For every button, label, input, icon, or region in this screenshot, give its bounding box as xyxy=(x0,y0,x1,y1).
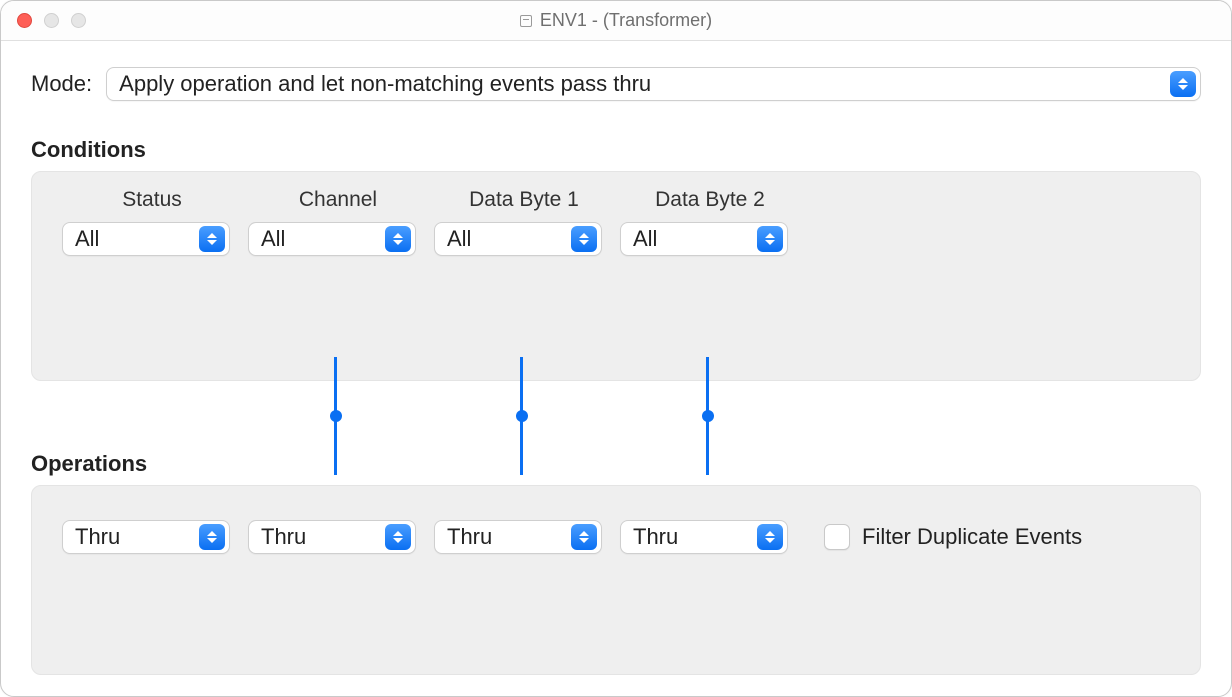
conditions-title: Conditions xyxy=(31,137,1201,163)
transformer-window: ENV1 - (Transformer) Mode: Apply operati… xyxy=(0,0,1232,697)
dropdown-stepper-icon xyxy=(571,524,597,550)
cond-header-channel: Channel xyxy=(248,188,428,212)
window-title: ENV1 - (Transformer) xyxy=(540,10,712,31)
pipeline-connectors xyxy=(31,357,1201,475)
cond-status-value: All xyxy=(75,226,99,252)
mode-row: Mode: Apply operation and let non-matchi… xyxy=(31,67,1201,101)
content-area: Mode: Apply operation and let non-matchi… xyxy=(1,41,1231,697)
op-databyte2-select[interactable]: Thru xyxy=(620,520,788,554)
dropdown-stepper-icon xyxy=(1170,71,1196,97)
pipe-databyte1-icon xyxy=(520,357,523,475)
op-databyte1-select[interactable]: Thru xyxy=(434,520,602,554)
mode-select-value: Apply operation and let non-matching eve… xyxy=(119,71,651,97)
operations-panel: Thru Thru Thru xyxy=(31,485,1201,675)
pipe-channel-icon xyxy=(334,357,337,475)
document-icon xyxy=(520,15,532,27)
zoom-window-button[interactable] xyxy=(71,13,86,28)
window-controls xyxy=(17,13,86,28)
dropdown-stepper-icon xyxy=(571,226,597,252)
operations-section: Operations Thru Thru xyxy=(31,451,1201,675)
filter-duplicate-checkbox[interactable] xyxy=(824,524,850,550)
minimize-window-button[interactable] xyxy=(44,13,59,28)
cond-header-databyte2: Data Byte 2 xyxy=(620,188,800,212)
mode-label: Mode: xyxy=(31,71,92,97)
mode-select[interactable]: Apply operation and let non-matching eve… xyxy=(106,67,1201,101)
window-title-wrap: ENV1 - (Transformer) xyxy=(1,10,1231,31)
op-databyte2-value: Thru xyxy=(633,524,678,550)
dropdown-stepper-icon xyxy=(757,524,783,550)
dropdown-stepper-icon xyxy=(199,226,225,252)
close-window-button[interactable] xyxy=(17,13,32,28)
cond-databyte2-select[interactable]: All xyxy=(620,222,788,256)
op-databyte1-value: Thru xyxy=(447,524,492,550)
operations-selects: Thru Thru Thru xyxy=(62,520,1170,554)
cond-databyte2-value: All xyxy=(633,226,657,252)
cond-channel-value: All xyxy=(261,226,285,252)
conditions-section: Conditions Status Channel Data Byte 1 Da… xyxy=(31,137,1201,381)
op-channel-select[interactable]: Thru xyxy=(248,520,416,554)
filter-duplicate-row: Filter Duplicate Events xyxy=(824,524,1082,550)
titlebar: ENV1 - (Transformer) xyxy=(1,1,1231,41)
op-channel-value: Thru xyxy=(261,524,306,550)
dropdown-stepper-icon xyxy=(385,524,411,550)
cond-status-select[interactable]: All xyxy=(62,222,230,256)
op-status-select[interactable]: Thru xyxy=(62,520,230,554)
filter-duplicate-label: Filter Duplicate Events xyxy=(862,524,1082,550)
dropdown-stepper-icon xyxy=(199,524,225,550)
conditions-headers: Status Channel Data Byte 1 Data Byte 2 xyxy=(62,188,1170,222)
cond-channel-select[interactable]: All xyxy=(248,222,416,256)
cond-header-databyte1: Data Byte 1 xyxy=(434,188,614,212)
conditions-panel: Status Channel Data Byte 1 Data Byte 2 A… xyxy=(31,171,1201,381)
cond-header-status: Status xyxy=(62,188,242,212)
op-status-value: Thru xyxy=(75,524,120,550)
cond-databyte1-value: All xyxy=(447,226,471,252)
dropdown-stepper-icon xyxy=(385,226,411,252)
pipe-databyte2-icon xyxy=(706,357,709,475)
cond-databyte1-select[interactable]: All xyxy=(434,222,602,256)
dropdown-stepper-icon xyxy=(757,226,783,252)
conditions-selects: All All All xyxy=(62,222,1170,256)
